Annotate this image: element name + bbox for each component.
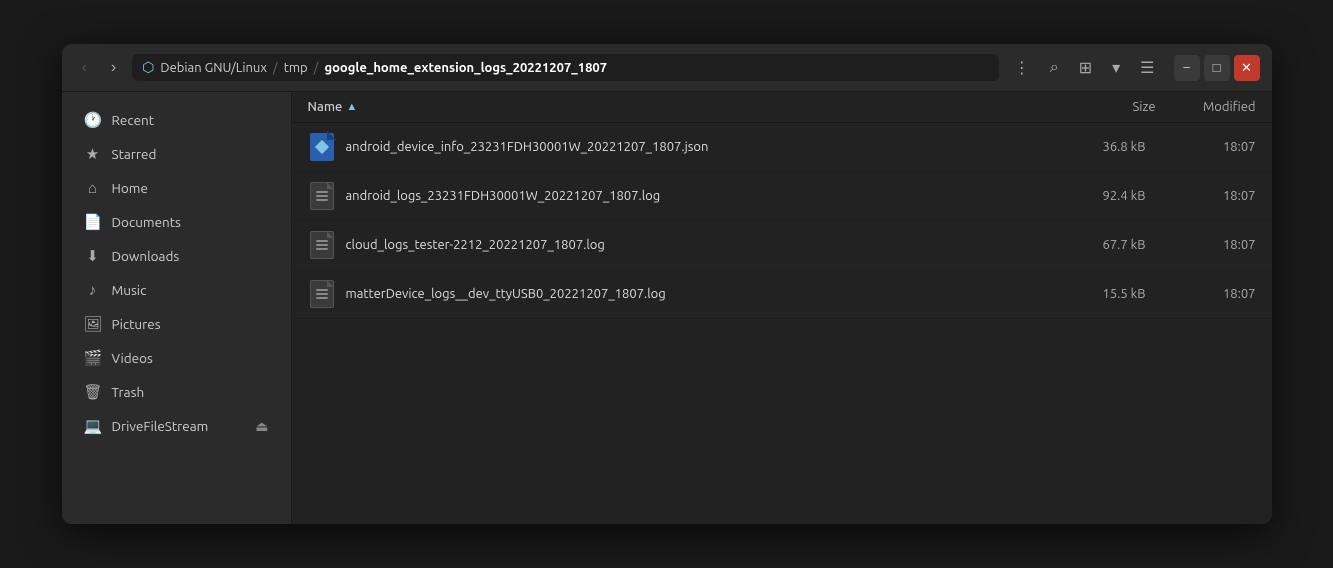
file-icon-json <box>308 131 336 163</box>
log-line <box>316 248 328 250</box>
file-modified: 18:07 <box>1156 189 1256 203</box>
log-line <box>316 195 328 197</box>
file-modified: 18:07 <box>1156 140 1256 154</box>
sidebar-item-pictures[interactable]: 🖼 Pictures <box>68 308 285 340</box>
close-button[interactable]: ✕ <box>1234 55 1260 81</box>
menu-button[interactable]: ⋮ <box>1007 54 1037 82</box>
pictures-icon: 🖼 <box>84 315 102 333</box>
log-line <box>316 191 328 193</box>
file-manager-window: ‹ › ⬡ Debian GNU/Linux / tmp / google_ho… <box>62 44 1272 524</box>
column-size[interactable]: Size <box>1056 100 1156 114</box>
sidebar-label-documents: Documents <box>112 214 181 230</box>
file-size: 67.7 kB <box>1046 238 1146 252</box>
sort-arrow: ▲ <box>346 101 357 113</box>
breadcrumb-dir1: tmp <box>284 61 308 75</box>
breadcrumb-sep1: / <box>273 61 278 75</box>
sidebar-label-videos: Videos <box>112 350 153 366</box>
file-icon-log <box>308 278 336 310</box>
sidebar-label-home: Home <box>112 180 148 196</box>
log-line <box>316 297 328 299</box>
titlebar-actions: ⋮ ⌕ ⊞ ▾ ☰ <box>1007 54 1162 82</box>
log-line <box>316 199 328 201</box>
table-row[interactable]: cloud_logs_tester-2212_20221207_1807.log… <box>292 221 1272 270</box>
sidebar-item-trash[interactable]: 🗑 Trash <box>68 376 285 408</box>
log-line <box>316 289 328 291</box>
breadcrumb[interactable]: ⬡ Debian GNU/Linux / tmp / google_home_e… <box>132 54 999 81</box>
file-modified: 18:07 <box>1156 238 1256 252</box>
file-icon-log <box>308 180 336 212</box>
log-line <box>316 293 328 295</box>
os-icon: ⬡ <box>142 59 154 76</box>
table-row[interactable]: android_device_info_23231FDH30001W_20221… <box>292 123 1272 172</box>
forward-button[interactable]: › <box>103 55 124 81</box>
sidebar-item-recent[interactable]: 🕐 Recent <box>68 104 285 136</box>
file-panel: Name ▲ Size Modified <box>292 92 1272 524</box>
log-line <box>316 240 328 242</box>
file-name: android_logs_23231FDH30001W_20221207_180… <box>346 189 1036 203</box>
window-controls: − □ ✕ <box>1174 55 1260 81</box>
table-row[interactable]: matterDevice_logs__dev_ttyUSB0_20221207_… <box>292 270 1272 319</box>
file-modified: 18:07 <box>1156 287 1256 301</box>
music-icon: ♪ <box>84 281 102 299</box>
recent-icon: 🕐 <box>84 111 102 129</box>
file-list: android_device_info_23231FDH30001W_20221… <box>292 123 1272 524</box>
sidebar-label-drive: DriveFileStream <box>112 418 209 434</box>
breadcrumb-os: Debian GNU/Linux <box>160 61 267 75</box>
column-name-label: Name <box>308 100 343 114</box>
star-icon: ★ <box>84 145 102 163</box>
sidebar-label-downloads: Downloads <box>112 248 180 264</box>
json-diamond <box>314 140 328 154</box>
view-chevron-button[interactable]: ▾ <box>1105 54 1127 82</box>
maximize-button[interactable]: □ <box>1204 55 1230 81</box>
file-list-header: Name ▲ Size Modified <box>292 92 1272 123</box>
file-size: 15.5 kB <box>1046 287 1146 301</box>
file-size: 36.8 kB <box>1046 140 1146 154</box>
trash-icon: 🗑 <box>84 383 102 401</box>
file-name: matterDevice_logs__dev_ttyUSB0_20221207_… <box>346 287 1036 301</box>
sidebar-label-music: Music <box>112 282 147 298</box>
back-button[interactable]: ‹ <box>74 55 95 81</box>
sidebar-label-recent: Recent <box>112 112 155 128</box>
file-icon-log <box>308 229 336 261</box>
sidebar-item-documents[interactable]: 📄 Documents <box>68 206 285 238</box>
eject-button[interactable]: ⏏ <box>255 418 268 435</box>
table-row[interactable]: android_logs_23231FDH30001W_20221207_180… <box>292 172 1272 221</box>
home-icon: ⌂ <box>84 179 102 197</box>
titlebar: ‹ › ⬡ Debian GNU/Linux / tmp / google_ho… <box>62 44 1272 92</box>
sidebar-item-videos[interactable]: 🎬 Videos <box>68 342 285 374</box>
view-list-button[interactable]: ☰ <box>1133 54 1161 82</box>
log-line <box>316 244 328 246</box>
breadcrumb-current: google_home_extension_logs_20221207_1807 <box>324 61 607 75</box>
file-size: 92.4 kB <box>1046 189 1146 203</box>
column-modified[interactable]: Modified <box>1156 100 1256 114</box>
downloads-icon: ⬇ <box>84 247 102 265</box>
sidebar-item-drive[interactable]: 💻 DriveFileStream ⏏ <box>68 410 285 442</box>
main-content: 🕐 Recent ★ Starred ⌂ Home 📄 Documents ⬇ … <box>62 92 1272 524</box>
search-button[interactable]: ⌕ <box>1043 55 1066 81</box>
sidebar-label-pictures: Pictures <box>112 316 161 332</box>
file-name: cloud_logs_tester-2212_20221207_1807.log <box>346 238 1036 252</box>
drive-icon: 💻 <box>84 417 102 435</box>
minimize-button[interactable]: − <box>1174 55 1200 81</box>
sidebar-item-downloads[interactable]: ⬇ Downloads <box>68 240 285 272</box>
breadcrumb-sep2: / <box>314 61 319 75</box>
view-grid-button[interactable]: ⊞ <box>1072 54 1099 82</box>
sidebar: 🕐 Recent ★ Starred ⌂ Home 📄 Documents ⬇ … <box>62 92 292 524</box>
sidebar-label-starred: Starred <box>112 146 157 162</box>
sidebar-item-music[interactable]: ♪ Music <box>68 274 285 306</box>
sidebar-label-trash: Trash <box>112 384 145 400</box>
videos-icon: 🎬 <box>84 349 102 367</box>
documents-icon: 📄 <box>84 213 102 231</box>
sidebar-item-home[interactable]: ⌂ Home <box>68 172 285 204</box>
sidebar-item-starred[interactable]: ★ Starred <box>68 138 285 170</box>
file-name: android_device_info_23231FDH30001W_20221… <box>346 140 1036 154</box>
column-name[interactable]: Name ▲ <box>308 100 1056 114</box>
